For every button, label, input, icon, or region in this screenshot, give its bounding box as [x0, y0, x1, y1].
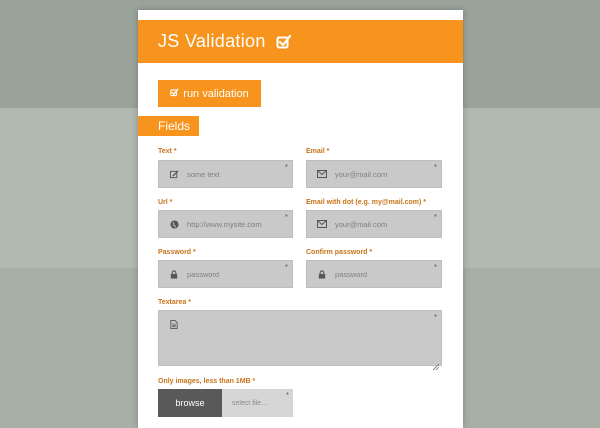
section-label: Fields — [158, 119, 191, 133]
pencil-square-icon — [169, 169, 179, 179]
password-input-placeholder: password — [187, 269, 220, 279]
lock-icon — [317, 269, 327, 279]
globe-icon — [169, 219, 179, 229]
confirm-password-field-label: Confirm password * — [306, 249, 373, 256]
lock-icon — [169, 269, 179, 279]
required-asterisk: * — [285, 391, 289, 400]
required-asterisk: * — [284, 163, 288, 172]
check-square-icon — [276, 34, 292, 50]
resize-handle-icon[interactable] — [432, 357, 440, 371]
page-title: JS Validation — [158, 31, 266, 51]
envelope-icon — [317, 169, 327, 179]
email-field-label: Email * — [306, 148, 330, 155]
form-card: JS Validation run validation Fields Text… — [138, 10, 463, 428]
run-validation-button[interactable]: run validation — [158, 80, 261, 107]
text-input-placeholder: some text — [187, 169, 220, 179]
textarea-input[interactable]: * — [158, 310, 442, 371]
required-asterisk: * — [284, 263, 288, 272]
file-upload: browse select file... * — [158, 389, 293, 417]
required-asterisk: * — [433, 313, 437, 322]
password-input[interactable]: password * — [158, 260, 293, 288]
form-header: JS Validation — [138, 20, 463, 63]
browse-button[interactable]: browse — [158, 389, 222, 417]
check-square-icon — [170, 88, 179, 100]
confirm-password-input[interactable]: password * — [306, 260, 442, 288]
run-validation-label: run validation — [183, 87, 249, 100]
url-input[interactable]: http://www.mysite.com * — [158, 210, 293, 238]
required-asterisk: * — [284, 213, 288, 222]
email-dot-field-label: Email with dot (e.g. my@mail.com) * — [306, 199, 427, 206]
file-field-label: Only images, less than 1MB * — [158, 378, 256, 385]
url-field-label: Url * — [158, 199, 173, 206]
text-input[interactable]: some text * — [158, 160, 293, 188]
section-title-fields: Fields — [138, 116, 199, 136]
required-asterisk: * — [433, 263, 437, 272]
email-input[interactable]: your@mail.com * — [306, 160, 442, 188]
required-asterisk: * — [433, 163, 437, 172]
document-icon — [169, 319, 179, 329]
confirm-password-input-placeholder: password — [335, 269, 368, 279]
required-asterisk: * — [433, 213, 437, 222]
textarea-field-label: Textarea * — [158, 299, 191, 306]
envelope-icon — [317, 219, 327, 229]
password-field-label: Password * — [158, 249, 196, 256]
email-dot-input-placeholder: your@mail.com — [335, 219, 388, 229]
file-path-placeholder: select file... — [232, 399, 268, 407]
email-input-placeholder: your@mail.com — [335, 169, 388, 179]
url-input-placeholder: http://www.mysite.com — [187, 219, 262, 229]
text-field-label: Text * — [158, 148, 177, 155]
email-dot-input[interactable]: your@mail.com * — [306, 210, 442, 238]
file-path-input[interactable]: select file... * — [222, 389, 293, 417]
